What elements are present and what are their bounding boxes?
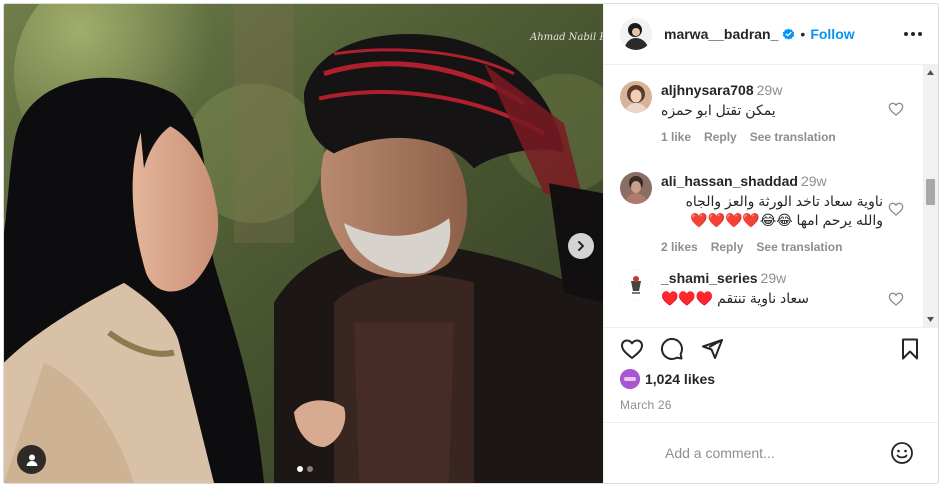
post-dialog: Ahmad Nabil Photography — [3, 3, 939, 484]
post-date[interactable]: March 26 — [604, 398, 938, 412]
comment-meta: 2 likes Reply See translation — [661, 240, 912, 254]
comments-list[interactable]: aljhnysara708 29w يمكن تقتل ابو حمزه 1 li… — [604, 65, 938, 327]
scroll-up-arrow-icon[interactable] — [923, 65, 938, 80]
comment-username[interactable]: _shami_series — [661, 270, 758, 286]
carousel-dot-2 — [307, 466, 313, 472]
commenter-avatar[interactable] — [620, 81, 652, 113]
carousel-dot-1 — [297, 466, 303, 472]
liker-avatar — [620, 369, 640, 389]
next-image-button[interactable] — [568, 233, 594, 259]
comment-reply-button[interactable]: Reply — [711, 240, 744, 254]
comment-text: يمكن تقتل ابو حمزه — [661, 102, 776, 118]
user-icon — [26, 454, 37, 466]
add-comment-input[interactable] — [665, 445, 890, 461]
commenter-avatar[interactable] — [620, 269, 652, 301]
comment-username[interactable]: ali_hassan_shaddad — [661, 173, 798, 189]
post-media[interactable]: Ahmad Nabil Photography — [4, 4, 603, 483]
comment-time[interactable]: 29w — [757, 82, 783, 98]
more-options-icon[interactable] — [902, 26, 924, 42]
comment-likes[interactable]: 1 like — [661, 130, 691, 144]
post-header: marwa__badran_ • Follow — [604, 4, 938, 65]
comment-username[interactable]: aljhnysara708 — [661, 82, 754, 98]
add-comment-bar — [604, 422, 938, 483]
comment-like-heart-icon[interactable] — [888, 101, 904, 117]
comment-item: ali_hassan_shaddad 29w ناوية سعاد تاخد ال… — [620, 172, 912, 254]
verified-badge-icon — [782, 27, 795, 41]
avatar-image — [620, 18, 652, 50]
comments-scrollbar[interactable] — [923, 65, 938, 327]
chevron-right-icon — [578, 241, 584, 251]
comment-like-heart-icon[interactable] — [888, 291, 904, 307]
photographer-watermark: Ahmad Nabil Photography — [530, 32, 603, 43]
header-separator: • — [800, 26, 806, 42]
scroll-down-arrow-icon[interactable] — [923, 312, 938, 327]
comment-text: سعاد ناوية تنتقم ♥️♥️♥️ — [661, 290, 810, 306]
follow-button[interactable]: Follow — [810, 26, 854, 42]
see-translation-link[interactable]: See translation — [750, 130, 836, 144]
comment-icon[interactable] — [660, 337, 684, 361]
post-panel: marwa__badran_ • Follow aljhnysara708 29… — [603, 4, 938, 483]
post-photo — [4, 4, 603, 483]
carousel-indicator — [297, 466, 313, 472]
scrollbar-thumb[interactable] — [926, 179, 935, 205]
heart-icon[interactable] — [620, 337, 644, 361]
bookmark-icon[interactable] — [898, 337, 922, 361]
emoji-icon[interactable] — [890, 441, 914, 465]
comment-reply-button[interactable]: Reply — [704, 130, 737, 144]
author-username[interactable]: marwa__badran_ — [664, 26, 778, 42]
comment-like-heart-icon[interactable] — [888, 201, 904, 217]
post-actions — [604, 327, 938, 364]
likes-count[interactable]: 1,024 likes — [645, 371, 715, 387]
likes-summary[interactable]: 1,024 likes — [604, 368, 938, 390]
comment-time[interactable]: 29w — [761, 270, 787, 286]
commenter-avatar[interactable] — [620, 172, 652, 204]
comment-item: aljhnysara708 29w يمكن تقتل ابو حمزه 1 li… — [620, 81, 912, 144]
paper-plane-icon[interactable] — [700, 337, 724, 361]
author-avatar[interactable] — [620, 18, 652, 50]
comment-likes[interactable]: 2 likes — [661, 240, 698, 254]
tagged-users-button[interactable] — [17, 445, 46, 474]
comment-item: _shami_series 29w سعاد ناوية تنتقم ♥️♥️♥️ — [620, 269, 912, 308]
see-translation-link[interactable]: See translation — [756, 240, 842, 254]
comment-time[interactable]: 29w — [801, 173, 827, 189]
comment-meta: 1 like Reply See translation — [661, 130, 912, 144]
comment-text-line-1: ناوية سعاد تاخد الورثة والعز والجاه — [685, 193, 883, 209]
comment-text-line-2: والله يرحم امها 😂😂❤️❤️❤️❤️ — [690, 212, 883, 228]
